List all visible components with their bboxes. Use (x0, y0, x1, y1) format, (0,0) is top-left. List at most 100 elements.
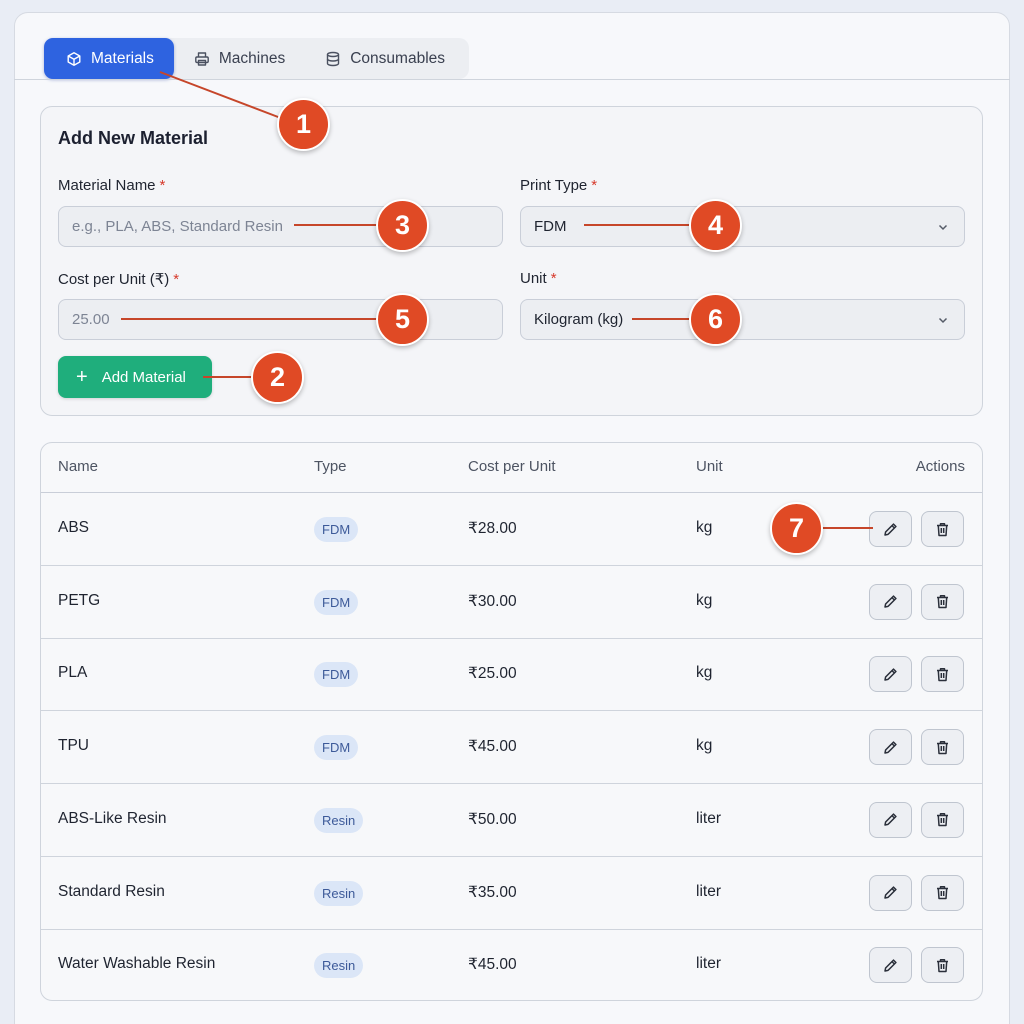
edit-button[interactable] (869, 947, 912, 984)
edit-button[interactable] (869, 874, 912, 911)
header-cost: Cost per Unit (468, 458, 556, 475)
tab-materials-label: Materials (91, 49, 154, 67)
table-row: Water Washable Resin Resin ₹45.00 liter (41, 929, 982, 1000)
header-actions: Actions (915, 458, 965, 475)
trash-icon (937, 522, 948, 536)
cell-cost: ₹35.00 (468, 883, 517, 901)
table-row: PETG FDM ₹30.00 kg (41, 566, 982, 639)
add-material-form: Add New Material Material Name * e.g., PL… (40, 106, 983, 416)
chevron-down-icon (938, 224, 948, 231)
delete-button[interactable] (921, 947, 964, 984)
tab-consumables[interactable]: Consumables (303, 38, 463, 79)
tab-materials[interactable]: Materials (44, 38, 174, 79)
material-name-placeholder: e.g., PLA, ABS, Standard Resin (72, 218, 283, 235)
trash-icon (937, 813, 948, 827)
cell-name: PLA (58, 664, 88, 682)
pencil-icon (884, 813, 897, 827)
edit-button[interactable] (869, 801, 912, 838)
callout-7: 7 (770, 502, 823, 555)
callout-2: 2 (251, 351, 304, 404)
cell-name: Water Washable Resin (58, 955, 216, 973)
required-mark: * (550, 270, 557, 287)
cell-cost: ₹30.00 (468, 592, 517, 610)
table-header: Name Type Cost per Unit Unit Actions (41, 443, 982, 493)
cell-name: ABS (58, 519, 90, 536)
print-type-label-text: Print Type (520, 177, 588, 194)
cost-label-text: Cost per Unit (₹) (58, 271, 170, 288)
cell-name: Standard Resin (58, 882, 165, 900)
cell-cost: ₹25.00 (468, 665, 517, 683)
cell-unit: kg (696, 737, 713, 755)
cost-input[interactable]: 25.00 (58, 299, 503, 340)
cell-unit: kg (696, 664, 713, 682)
type-badge: Resin (314, 880, 364, 906)
delete-button[interactable] (921, 656, 964, 693)
add-material-button[interactable]: + Add Material (58, 356, 212, 398)
table-row: TPU FDM ₹45.00 kg (41, 711, 982, 785)
cell-name: ABS-Like Resin (58, 809, 167, 827)
cube-icon (67, 51, 81, 66)
pencil-icon (884, 959, 897, 972)
print-type-label: Print Type * (520, 177, 597, 194)
delete-button[interactable] (921, 511, 964, 547)
table-row: ABS FDM ₹28.00 kg (41, 493, 982, 566)
unit-select[interactable]: Kilogram (kg) (520, 299, 965, 340)
pencil-icon (884, 595, 897, 608)
callout-4: 4 (689, 199, 742, 252)
cell-name: PETG (58, 591, 101, 609)
type-badge: FDM (314, 735, 359, 761)
cell-cost: ₹50.00 (468, 810, 517, 828)
cell-cost: ₹28.00 (468, 520, 517, 537)
edit-button[interactable] (869, 656, 912, 693)
callout-6: 6 (689, 293, 742, 346)
trash-icon (937, 740, 948, 754)
cost-label: Cost per Unit (₹) * (58, 270, 179, 288)
pencil-icon (884, 668, 897, 681)
header-name: Name (58, 458, 99, 475)
pencil-icon (884, 740, 897, 754)
tab-consumables-label: Consumables (350, 49, 446, 67)
delete-button[interactable] (921, 801, 964, 838)
type-badge: Resin (314, 807, 364, 833)
callout-1: 1 (277, 98, 330, 151)
material-name-input[interactable]: e.g., PLA, ABS, Standard Resin (58, 206, 503, 247)
delete-button[interactable] (921, 583, 964, 620)
add-material-label: Add Material (101, 368, 186, 386)
pencil-icon (884, 886, 897, 899)
type-badge: FDM (314, 589, 359, 615)
trash-icon (937, 958, 948, 972)
type-badge: Resin (314, 953, 364, 979)
print-type-value: FDM (534, 218, 567, 235)
form-title: Add New Material (58, 128, 209, 148)
callout-5: 5 (376, 293, 429, 346)
cell-name: TPU (58, 737, 89, 755)
unit-label: Unit * (520, 270, 557, 287)
delete-button[interactable] (921, 874, 964, 911)
tab-machines[interactable]: Machines (174, 38, 303, 79)
type-badge: FDM (314, 662, 359, 688)
unit-label-text: Unit (520, 270, 547, 287)
table-row: ABS-Like Resin Resin ₹50.00 liter (41, 784, 982, 857)
delete-button[interactable] (921, 729, 964, 766)
trash-icon (937, 886, 948, 900)
database-icon (327, 51, 340, 66)
header-unit: Unit (696, 458, 723, 475)
edit-button[interactable] (869, 583, 912, 620)
print-type-select[interactable]: FDM (520, 206, 965, 247)
trash-icon (937, 595, 948, 609)
edit-button[interactable] (869, 511, 912, 547)
type-badge: FDM (314, 517, 359, 542)
header-type: Type (314, 458, 347, 475)
edit-button[interactable] (869, 729, 912, 766)
unit-value: Kilogram (kg) (534, 311, 624, 328)
cost-placeholder: 25.00 (72, 311, 110, 328)
cell-unit: liter (696, 809, 721, 827)
tab-divider (14, 79, 1010, 80)
required-mark: * (159, 177, 166, 194)
cell-cost: ₹45.00 (468, 738, 517, 756)
required-mark: * (173, 271, 180, 288)
material-name-label-text: Material Name (58, 177, 156, 194)
tab-machines-label: Machines (218, 49, 286, 67)
table-row: Standard Resin Resin ₹35.00 liter (41, 857, 982, 930)
cell-unit: kg (696, 591, 713, 609)
